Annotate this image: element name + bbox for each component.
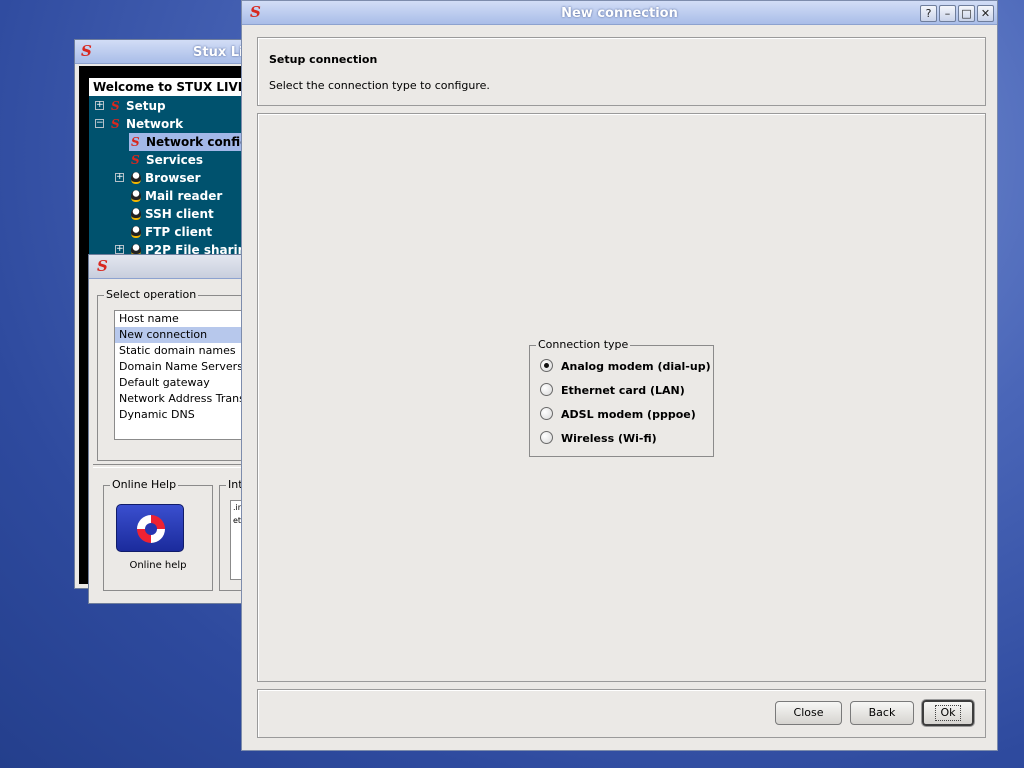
connection-type-label: Connection type <box>536 338 631 351</box>
network-config-window: S Select operation Host name New connect… <box>88 254 280 604</box>
tree-item-services[interactable]: S Services <box>131 151 203 169</box>
network-titlebar[interactable]: S <box>89 255 257 279</box>
stux-titlebar[interactable]: S Stux Li <box>75 40 253 64</box>
help-button[interactable]: ? <box>920 5 937 22</box>
penguin-icon <box>131 226 141 238</box>
content-panel: Connection type Analog modem (dial-up) E… <box>257 113 986 682</box>
lifebuoy-icon <box>137 515 165 543</box>
radio-selected-icon[interactable] <box>540 359 553 372</box>
tree-item-network[interactable]: S Network <box>111 115 183 133</box>
tree-item-label: Services <box>146 153 204 167</box>
dialog-titlebar[interactable]: S New connection ? – □ ✕ <box>242 1 997 25</box>
tree-item-browser[interactable]: Browser <box>131 169 201 187</box>
tree-item-network-config[interactable]: S Network configu <box>129 133 253 151</box>
option-label: Wireless (Wi-fi) <box>561 432 657 445</box>
back-button[interactable]: Back <box>850 701 914 725</box>
online-help-label: Online Help <box>110 478 179 491</box>
connection-type-group: Connection type Analog modem (dial-up) E… <box>529 338 714 457</box>
tree-item-setup[interactable]: S Setup <box>111 97 166 115</box>
online-help-group: Online Help Online help <box>103 478 213 591</box>
expand-browser-icon[interactable]: + <box>115 173 124 182</box>
tree-item-label: SSH client <box>145 207 214 221</box>
online-help-caption: Online help <box>129 560 187 571</box>
maximize-button[interactable]: □ <box>958 5 975 22</box>
expand-setup-icon[interactable]: + <box>95 101 104 110</box>
radio-icon[interactable] <box>540 431 553 444</box>
option-label: Analog modem (dial-up) <box>561 360 711 373</box>
option-label: Ethernet card (LAN) <box>561 384 685 397</box>
tree-item-label: Network configu <box>146 135 253 149</box>
tree-header: Welcome to STUX LIVE C <box>89 78 253 96</box>
tree-item-label: Browser <box>145 171 201 185</box>
button-panel: Close Back Ok <box>257 689 986 738</box>
option-wireless[interactable]: Wireless (Wi-fi) <box>540 431 657 447</box>
penguin-icon <box>131 172 141 184</box>
header-panel: Setup connection Select the connection t… <box>257 37 986 106</box>
stux-logo-icon: S <box>81 42 92 60</box>
close-button[interactable]: Close <box>775 701 842 725</box>
option-analog-modem[interactable]: Analog modem (dial-up) <box>540 359 711 375</box>
radio-icon[interactable] <box>540 383 553 396</box>
close-window-button[interactable]: ✕ <box>977 5 994 22</box>
select-operation-label: Select operation <box>104 288 199 301</box>
header-title: Setup connection <box>269 53 378 66</box>
dialog-title: New connection <box>561 6 678 21</box>
tree-item-ssh-client[interactable]: SSH client <box>131 205 214 223</box>
collapse-network-icon[interactable]: − <box>95 119 104 128</box>
stux-s-icon: S <box>131 153 140 167</box>
option-label: ADSL modem (pppoe) <box>561 408 696 421</box>
divider <box>93 464 263 468</box>
stux-s-icon: S <box>131 135 140 149</box>
stux-s-icon: S <box>111 117 120 131</box>
online-help-button[interactable] <box>116 504 184 552</box>
tree-item-label: Network <box>126 117 184 131</box>
expand-p2p-icon[interactable]: + <box>115 245 124 254</box>
new-connection-dialog: S New connection ? – □ ✕ Setup connectio… <box>241 0 998 751</box>
ok-label: Ok <box>935 705 961 721</box>
ok-button[interactable]: Ok <box>922 700 974 726</box>
option-ethernet-card[interactable]: Ethernet card (LAN) <box>540 383 685 399</box>
option-adsl-modem[interactable]: ADSL modem (pppoe) <box>540 407 696 423</box>
stux-s-icon: S <box>111 99 120 113</box>
penguin-icon <box>131 190 141 202</box>
tree-item-label: FTP client <box>145 225 213 239</box>
penguin-icon <box>131 208 141 220</box>
radio-icon[interactable] <box>540 407 553 420</box>
tree-item-label: Setup <box>126 99 166 113</box>
stux-logo-icon: S <box>97 257 108 275</box>
header-subtitle: Select the connection type to configure. <box>269 79 490 92</box>
tree-item-label: Mail reader <box>145 189 223 203</box>
minimize-button[interactable]: – <box>939 5 956 22</box>
tree-item-mail-reader[interactable]: Mail reader <box>131 187 222 205</box>
tree-item-ftp-client[interactable]: FTP client <box>131 223 212 241</box>
